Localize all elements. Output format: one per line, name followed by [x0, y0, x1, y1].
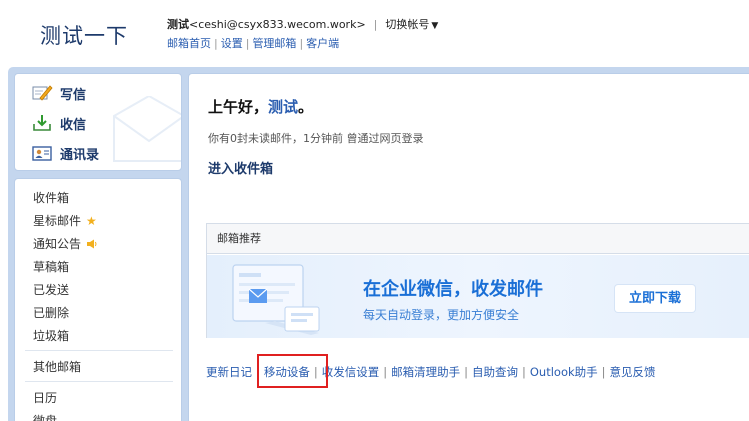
compose-button[interactable]: 写信	[31, 82, 86, 104]
banner-subtitle: 每天自动登录，更加方便安全	[363, 308, 520, 322]
folder-label: 其他邮箱	[33, 360, 82, 374]
folder-label: 垃圾箱	[33, 329, 70, 343]
receive-button[interactable]: 收信	[31, 112, 86, 134]
greeting-prefix: 上午好，	[208, 98, 269, 116]
nav-settings[interactable]: 设置	[221, 37, 243, 50]
user-email: <ceshi@csyx833.wecom.work>	[189, 18, 366, 31]
folder-starred[interactable]: 星标邮件 ★	[33, 212, 97, 229]
annotation-highlight-box	[257, 354, 328, 388]
unread-info: 你有0封未读邮件，1分钟前 曾通过网页登录	[208, 132, 424, 145]
contact-card-icon	[32, 146, 52, 161]
folder-label: 草稿箱	[33, 260, 70, 274]
contacts-label: 通讯录	[60, 147, 100, 163]
receive-label: 收信	[60, 117, 87, 133]
switch-account-dropdown[interactable]: 切换帐号 ▼	[385, 18, 438, 31]
folder-spam[interactable]: 垃圾箱	[33, 327, 69, 344]
folder-label: 通知公告	[33, 237, 82, 251]
nav-manage-mailbox[interactable]: 管理邮箱	[252, 37, 296, 50]
divider	[25, 350, 173, 351]
greeting: 上午好，测试。	[208, 96, 313, 117]
folder-label: 收件箱	[33, 191, 70, 205]
link-send-receive-settings[interactable]: 收发信设置	[322, 365, 380, 379]
speaker-icon	[87, 239, 97, 248]
top-header: 测试一下 测试<ceshi@csyx833.wecom.work> | 切换帐号 ▼ …	[0, 0, 749, 66]
greeting-name[interactable]: 测试	[268, 98, 298, 116]
enter-inbox-link[interactable]: 进入收件箱	[208, 158, 273, 177]
header-nav: 邮箱首页 | 设置 | 管理邮箱 | 客户端	[167, 37, 340, 50]
pencil-icon	[32, 85, 53, 101]
folder-other-mailboxes[interactable]: 其他邮箱	[33, 358, 81, 375]
separator: |	[373, 18, 378, 31]
mail-illustration-icon	[232, 264, 320, 335]
folder-label: 星标邮件	[33, 214, 82, 228]
user-name: 测试	[167, 18, 189, 31]
recommend-box: 邮箱推荐 在企业微信，收发邮件 每天自动登录，更加方便安全 立即下载	[206, 223, 749, 338]
folder-label: 已发送	[33, 283, 70, 297]
link-changelog[interactable]: 更新日记	[206, 365, 252, 379]
user-info-line: 测试<ceshi@csyx833.wecom.work> | 切换帐号 ▼	[167, 16, 438, 32]
star-icon: ★	[86, 213, 97, 228]
folder-drive[interactable]: 微盘	[33, 412, 57, 421]
link-outlook-assistant[interactable]: Outlook助手	[530, 365, 598, 379]
folder-list: 收件箱 星标邮件 ★ 通知公告 草稿箱 已发送 已删除 垃圾箱 其他邮箱 日历 微…	[14, 178, 182, 421]
app-logo[interactable]: 测试一下	[40, 20, 128, 50]
divider	[25, 381, 173, 382]
caret-down-icon: ▼	[431, 21, 439, 31]
compose-label: 写信	[60, 87, 87, 103]
recommend-title: 邮箱推荐	[207, 224, 749, 254]
contacts-button[interactable]: 通讯录	[31, 142, 99, 164]
folder-announcements[interactable]: 通知公告	[33, 235, 97, 252]
folder-sent[interactable]: 已发送	[33, 281, 69, 298]
link-mailbox-cleanup[interactable]: 邮箱清理助手	[391, 365, 460, 379]
folder-label: 微盘	[33, 414, 58, 421]
download-now-button[interactable]: 立即下载	[615, 285, 695, 312]
link-self-service-query[interactable]: 自助查询	[472, 365, 518, 379]
folder-inbox[interactable]: 收件箱	[33, 189, 69, 206]
compose-panel: 写信 收信 通讯录	[14, 73, 182, 171]
inbox-download-icon	[33, 115, 51, 131]
greeting-suffix: 。	[298, 98, 314, 116]
switch-account-label: 切换帐号	[385, 18, 430, 31]
banner-title: 在企业微信，收发邮件	[363, 279, 543, 300]
folder-label: 日历	[33, 391, 58, 405]
wecom-banner[interactable]: 在企业微信，收发邮件 每天自动登录，更加方便安全 立即下载	[207, 255, 749, 338]
envelope-watermark-icon	[113, 96, 181, 162]
link-feedback[interactable]: 意见反馈	[610, 365, 656, 379]
folder-drafts[interactable]: 草稿箱	[33, 258, 69, 275]
nav-mail-home[interactable]: 邮箱首页	[167, 37, 211, 50]
nav-client[interactable]: 客户端	[306, 37, 339, 50]
folder-label: 已删除	[33, 306, 70, 320]
folder-deleted[interactable]: 已删除	[33, 304, 69, 321]
folder-calendar[interactable]: 日历	[33, 389, 57, 406]
